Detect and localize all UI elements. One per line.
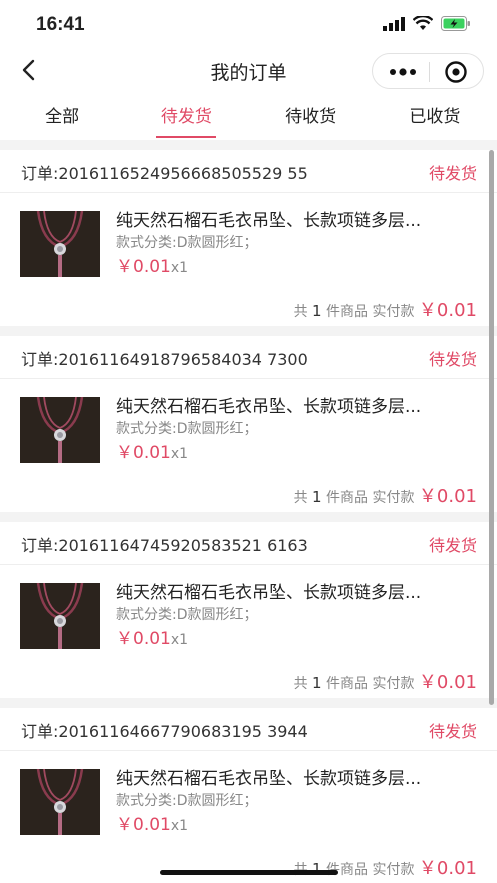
- product-name[interactable]: 纯天然石榴石毛衣吊坠、长款项链多层...: [116, 578, 478, 603]
- product-spec: 款式分类:D款圆形红；: [116, 607, 258, 623]
- unit-price: ￥0.01: [116, 257, 171, 277]
- necklace-image: [20, 583, 100, 649]
- order-summary: 共 1 件商品 实付款 ￥0.01: [294, 296, 477, 322]
- status-bar: 16:41: [0, 0, 497, 48]
- product-price: ￥0.01x1: [116, 810, 188, 835]
- order-total: ￥0.01: [418, 486, 477, 507]
- scrollbar[interactable]: [489, 150, 494, 705]
- tab-pending-shipment[interactable]: 待发货: [124, 94, 248, 140]
- product-price: ￥0.01x1: [116, 252, 188, 277]
- count-suffix: 件商品: [326, 304, 369, 320]
- signal-icon: [383, 16, 405, 31]
- order-total: ￥0.01: [418, 672, 477, 693]
- unit-price: ￥0.01: [116, 815, 171, 835]
- order-number: 订单:20161164745920583521 6163: [21, 536, 308, 555]
- order-card[interactable]: 订单:20161164918796584034 7300 待发货 纯天然石榴石毛…: [0, 336, 497, 512]
- unit-price: ￥0.01: [116, 443, 171, 463]
- order-header: 订单:20161164745920583521 6163 待发货: [0, 522, 497, 565]
- product-spec: 款式分类:D款圆形红；: [116, 235, 258, 251]
- nav-bar: 我的订单: [0, 48, 497, 94]
- status-time: 16:41: [36, 14, 85, 35]
- close-target-icon[interactable]: [444, 60, 468, 84]
- more-dots-icon[interactable]: [387, 65, 419, 79]
- order-header: 订单:2016116524956668505529 55 待发货: [0, 150, 497, 193]
- order-total: ￥0.01: [418, 300, 477, 321]
- product-name[interactable]: 纯天然石榴石毛衣吊坠、长款项链多层...: [116, 206, 478, 231]
- product-spec: 款式分类:D款圆形红；: [116, 793, 258, 809]
- wifi-icon: [413, 16, 433, 30]
- necklace-image: [20, 769, 100, 835]
- order-number: 订单:2016116524956668505529 55: [21, 164, 308, 183]
- order-status: 待发货: [428, 722, 477, 741]
- product-name[interactable]: 纯天然石榴石毛衣吊坠、长款项链多层...: [116, 392, 478, 417]
- quantity: x1: [170, 446, 189, 462]
- status-icons: [383, 16, 471, 31]
- item-count: 1: [312, 302, 322, 320]
- tab-pending-receipt[interactable]: 待收货: [249, 94, 373, 140]
- tab-received[interactable]: 已收货: [373, 94, 497, 140]
- paid-label: 实付款: [372, 676, 415, 692]
- count-suffix: 件商品: [326, 490, 369, 506]
- order-tabs: 全部 待发货 待收货 已收货: [0, 94, 497, 140]
- paid-label: 实付款: [372, 304, 415, 320]
- item-count: 1: [312, 674, 322, 692]
- quantity: x1: [170, 260, 189, 276]
- battery-icon: [441, 16, 470, 31]
- order-status: 待发货: [428, 164, 477, 183]
- order-number: 订单:20161164918796584034 7300: [21, 350, 308, 369]
- count-suffix: 件商品: [326, 676, 369, 692]
- order-summary: 共 1 件商品 实付款 ￥0.01: [294, 482, 477, 508]
- unit-price: ￥0.01: [116, 629, 171, 649]
- count-prefix: 共: [293, 490, 308, 506]
- product-name[interactable]: 纯天然石榴石毛衣吊坠、长款项链多层...: [116, 764, 478, 789]
- product-thumbnail[interactable]: [20, 769, 100, 835]
- quantity: x1: [170, 632, 189, 648]
- order-total: ￥0.01: [418, 858, 477, 879]
- order-card[interactable]: 订单:2016116524956668505529 55 待发货 纯天然石榴石毛…: [0, 150, 497, 326]
- product-thumbnail[interactable]: [20, 583, 100, 649]
- tab-all[interactable]: 全部: [0, 94, 124, 140]
- necklace-image: [20, 211, 100, 277]
- quantity: x1: [170, 818, 189, 834]
- mini-program-capsule: [372, 53, 484, 89]
- order-header: 订单:20161164918796584034 7300 待发货: [0, 336, 497, 379]
- order-number: 订单:20161164667790683195 3944: [21, 722, 308, 741]
- count-prefix: 共: [293, 676, 308, 692]
- order-summary: 共 1 件商品 实付款 ￥0.01: [294, 854, 477, 880]
- order-list[interactable]: 订单:2016116524956668505529 55 待发货 纯天然石榴石毛…: [0, 140, 497, 883]
- home-indicator[interactable]: [160, 870, 338, 875]
- product-price: ￥0.01x1: [116, 438, 188, 463]
- product-price: ￥0.01x1: [116, 624, 188, 649]
- paid-label: 实付款: [372, 490, 415, 506]
- paid-label: 实付款: [372, 862, 415, 878]
- item-count: 1: [312, 488, 322, 506]
- count-prefix: 共: [293, 304, 308, 320]
- order-summary: 共 1 件商品 实付款 ￥0.01: [294, 668, 477, 694]
- order-card[interactable]: 订单:20161164745920583521 6163 待发货 纯天然石榴石毛…: [0, 522, 497, 698]
- necklace-image: [20, 397, 100, 463]
- order-status: 待发货: [428, 536, 477, 555]
- product-thumbnail[interactable]: [20, 211, 100, 277]
- item-count: 1: [312, 860, 322, 878]
- product-spec: 款式分类:D款圆形红；: [116, 421, 258, 437]
- capsule-divider: [429, 62, 430, 82]
- order-status: 待发货: [428, 350, 477, 369]
- order-header: 订单:20161164667790683195 3944 待发货: [0, 708, 497, 751]
- product-thumbnail[interactable]: [20, 397, 100, 463]
- order-card[interactable]: 订单:20161164667790683195 3944 待发货 纯天然石榴石毛…: [0, 708, 497, 883]
